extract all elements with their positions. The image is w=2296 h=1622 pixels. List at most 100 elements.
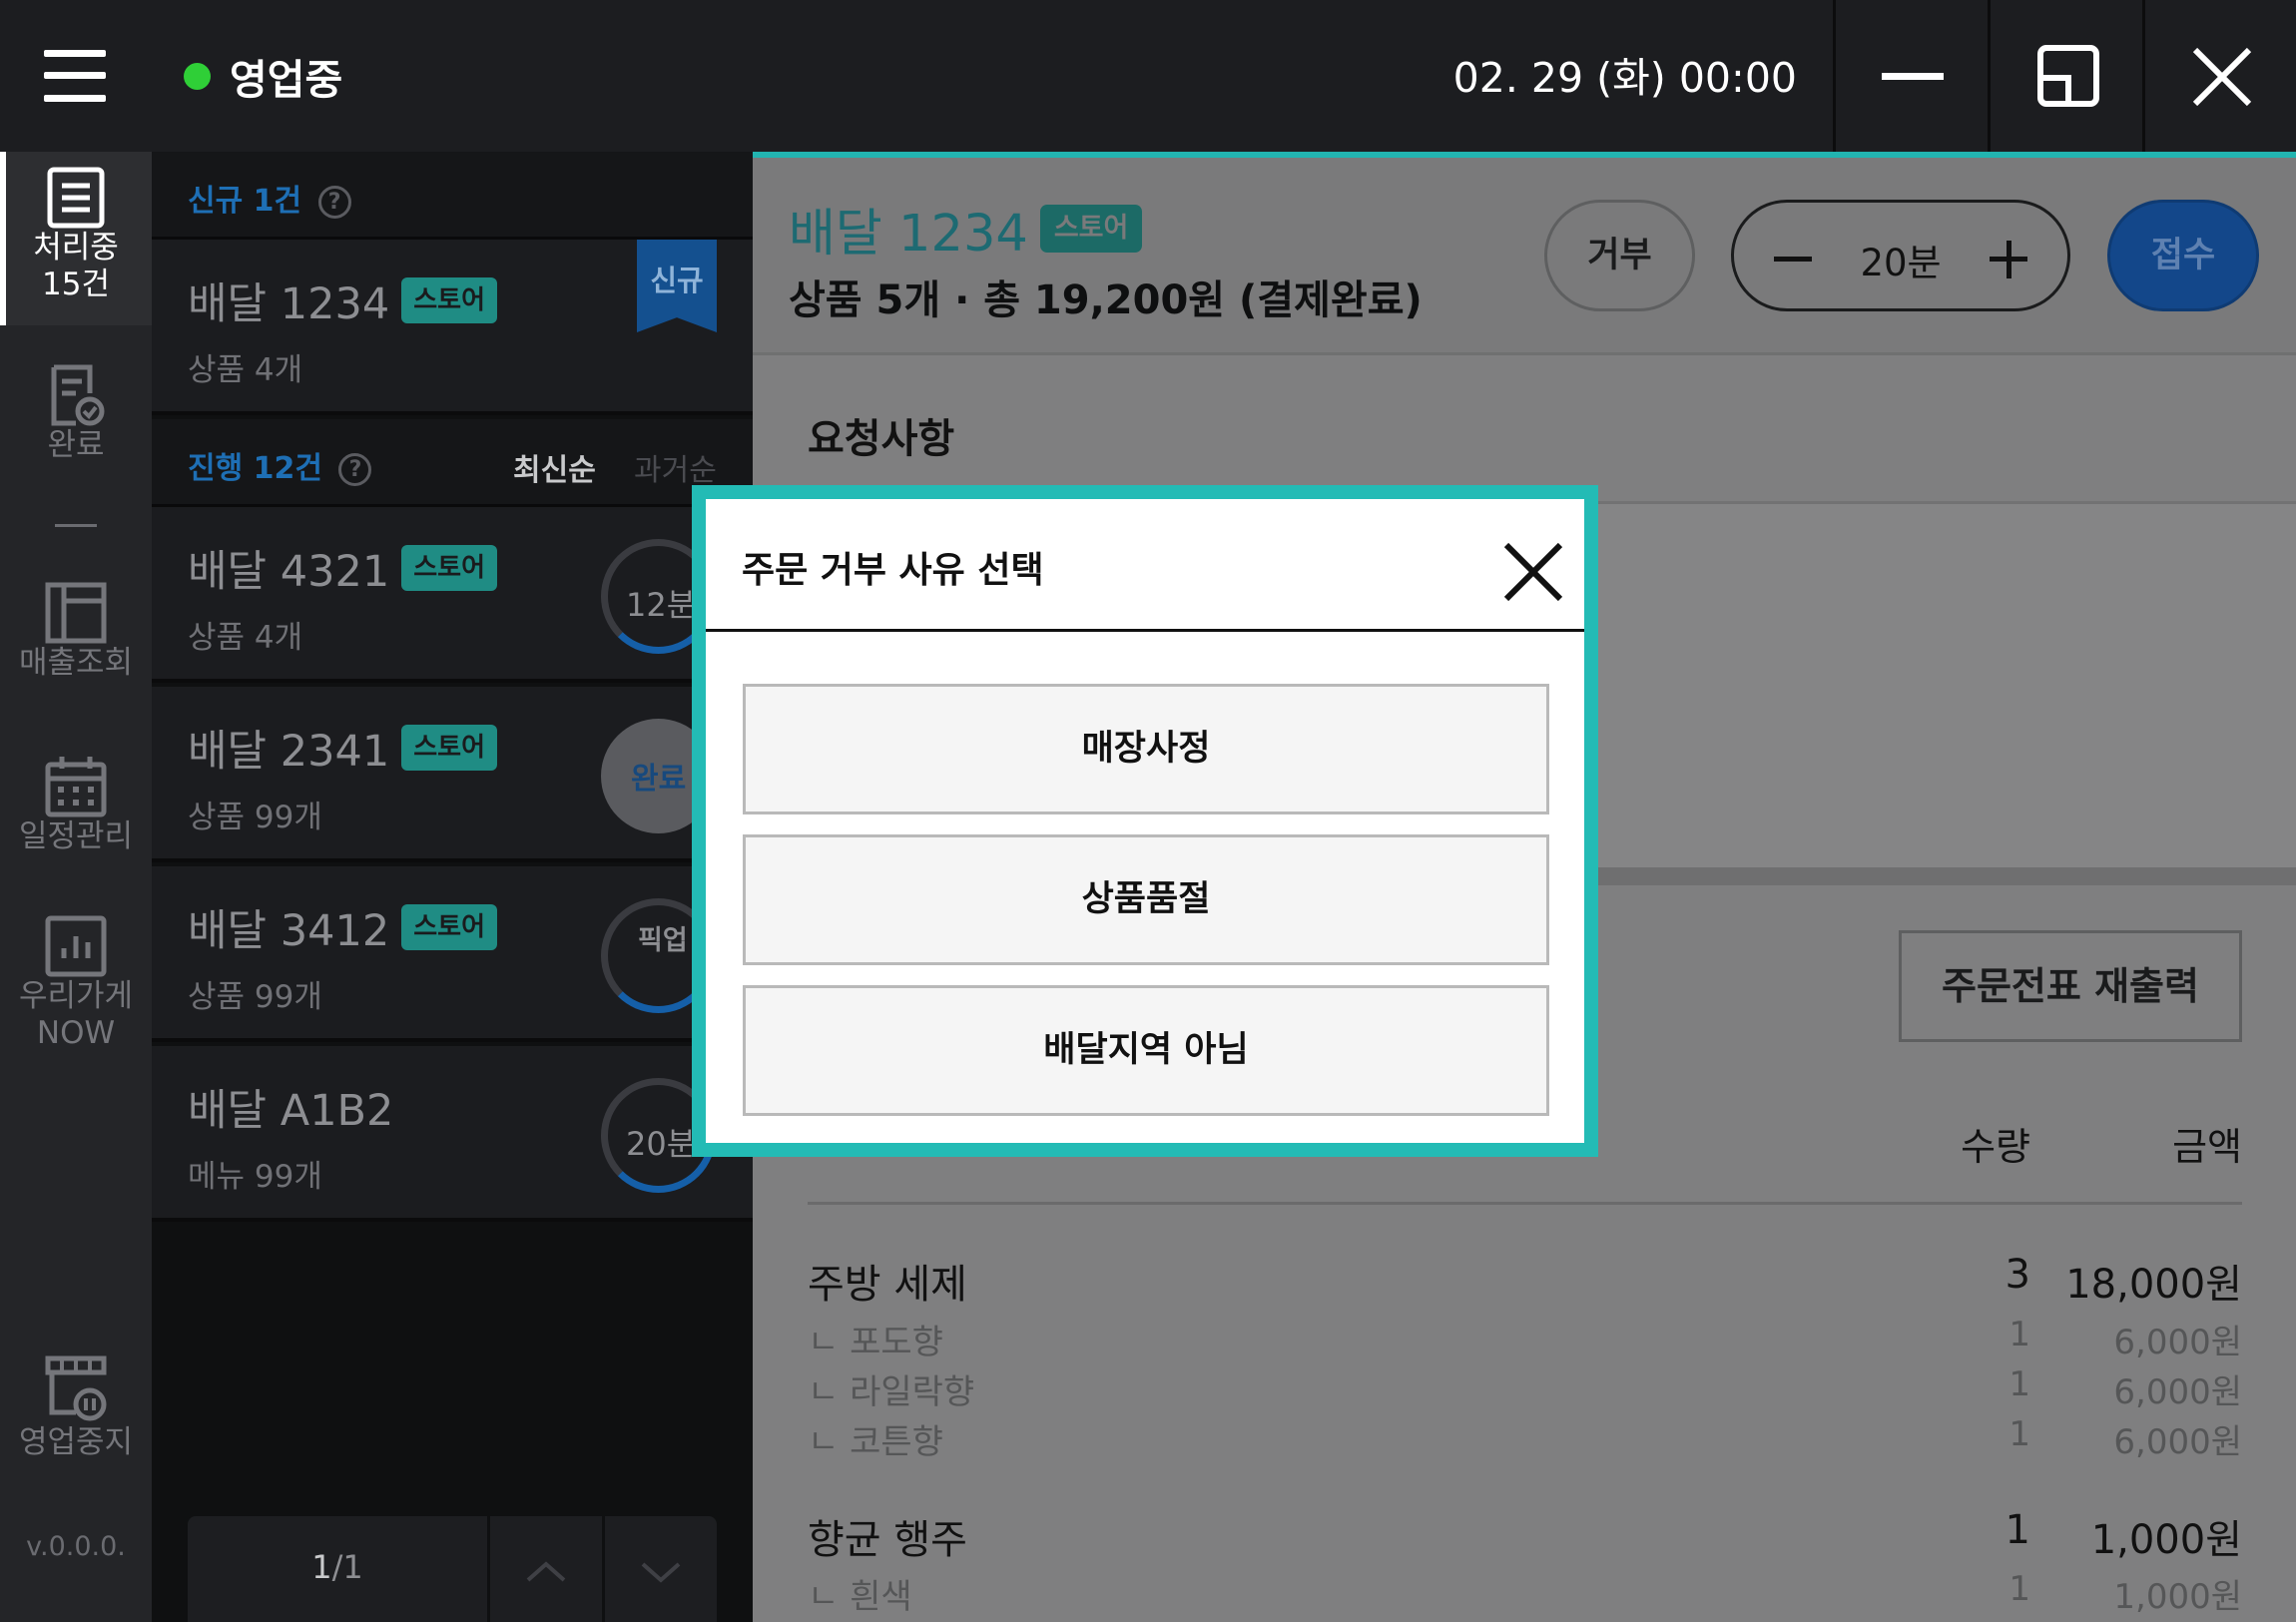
sidebar-item-label-2: NOW xyxy=(36,1015,116,1051)
restore-button[interactable] xyxy=(1988,0,2142,152)
sidebar-item-label: 영업중지 xyxy=(18,1424,134,1460)
order-title: 배달 A1B2 xyxy=(188,1086,394,1136)
sidebar-item-label: 처리중 xyxy=(33,230,119,266)
item-amount: 18,000원 xyxy=(2065,1262,2242,1308)
order-title: 배달 1234 xyxy=(188,279,390,329)
new-ribbon: 신규 xyxy=(637,240,717,332)
page-current: 1 xyxy=(311,1548,332,1586)
divider xyxy=(808,1202,2242,1205)
order-title: 배달 3412 xyxy=(188,906,390,956)
sort-oldest-button[interactable]: 과거순 xyxy=(634,445,717,489)
option-qty: 1 xyxy=(2009,1364,2030,1404)
option-amount: 6,000원 xyxy=(2113,1422,2242,1462)
sidebar-item-label: 일정관리 xyxy=(18,818,134,854)
pager-divider xyxy=(602,1516,605,1622)
reason-store-circumstance-button[interactable]: 매장사정 xyxy=(743,684,1549,814)
sort-newest-button[interactable]: 최신순 xyxy=(513,445,596,489)
order-card[interactable]: 배달 A1B2 메뉴 99개 20분 xyxy=(152,1046,753,1222)
close-icon xyxy=(2192,47,2252,107)
calendar-icon xyxy=(45,757,107,817)
item-name: 향균 행주 xyxy=(808,1517,967,1563)
column-qty: 수량 xyxy=(1961,1125,2030,1169)
option-amount: 1,000원 xyxy=(2113,1577,2242,1617)
restore-icon xyxy=(2037,45,2099,107)
cook-time-stepper: 20분 xyxy=(1731,200,2070,311)
order-list-panel: 신규 1건 ? 배달 1234 스토어 상품 4개 신규 진행 12건 ? 최신… xyxy=(152,152,753,1622)
chevron-down-icon[interactable] xyxy=(629,1552,693,1588)
sidebar-item-label: 매출조회 xyxy=(18,645,134,681)
top-bar: 영업중 02. 29 (화) 00:00 xyxy=(0,0,2296,152)
divider xyxy=(706,629,1584,632)
store-badge: 스토어 xyxy=(401,725,497,771)
option-name: ㄴ 코튼향 xyxy=(808,1422,943,1462)
sidebar-divider xyxy=(55,524,97,527)
in-progress-title: 진행 12건 xyxy=(188,451,322,486)
option-name: ㄴ 포도향 xyxy=(808,1323,943,1362)
order-status-label: 픽업 대기 xyxy=(638,925,747,956)
sidebar-item-processing[interactable]: 처리중 15건 xyxy=(0,152,152,325)
sidebar-item-schedule[interactable]: 일정관리 xyxy=(0,755,152,855)
order-item-count: 상품 4개 xyxy=(188,352,303,388)
sidebar-item-completed[interactable]: 완료 xyxy=(0,363,152,464)
store-badge: 스토어 xyxy=(401,904,497,950)
ledger-icon xyxy=(45,582,107,644)
order-card-new[interactable]: 배달 1234 스토어 상품 4개 신규 xyxy=(152,240,753,415)
option-name: ㄴ 흰색 xyxy=(808,1577,912,1617)
store-badge: 스토어 xyxy=(401,545,497,591)
chevron-up-icon[interactable] xyxy=(514,1552,578,1588)
close-icon[interactable] xyxy=(1500,539,1566,605)
help-icon[interactable]: ? xyxy=(338,453,372,486)
reject-button[interactable]: 거부 xyxy=(1544,200,1695,311)
pager-divider xyxy=(487,1516,490,1622)
minimize-button[interactable] xyxy=(1833,0,1988,152)
order-item-count: 상품 4개 xyxy=(188,620,303,656)
sidebar: 처리중 15건 완료 매출조회 일정관리 우리가게 NOW 영업중지 v.0.0… xyxy=(0,152,152,1622)
order-title: 배달 2341 xyxy=(188,727,390,777)
option-qty: 1 xyxy=(2009,1569,2030,1609)
app-version: v.0.0.0. xyxy=(26,1531,126,1562)
item-amount: 1,000원 xyxy=(2090,1517,2242,1563)
business-status: 영업중 xyxy=(184,46,342,106)
pagination: 1/1 xyxy=(188,1516,717,1622)
order-title: 배달 4321 xyxy=(188,547,390,597)
sidebar-item-count: 15건 xyxy=(42,267,110,302)
sidebar-item-sales[interactable]: 매출조회 xyxy=(0,581,152,682)
column-amount: 금액 xyxy=(2172,1125,2242,1169)
reason-sold-out-button[interactable]: 상품품절 xyxy=(743,834,1549,965)
order-detail-header: 배달 1234 스토어 상품 5개 · 총 19,200원 (결제완료) 거부 … xyxy=(753,158,2296,355)
store-badge: 스토어 xyxy=(401,277,497,323)
help-icon[interactable]: ? xyxy=(317,186,351,219)
close-button[interactable] xyxy=(2142,0,2296,152)
bar-chart-icon xyxy=(45,915,107,977)
order-timer-label: 12분 xyxy=(626,586,697,624)
option-qty: 1 xyxy=(2009,1315,2030,1354)
order-card[interactable]: 배달 4321 스토어 상품 4개 12분 xyxy=(152,507,753,683)
new-orders-header: 신규 1건 ? xyxy=(152,152,753,240)
option-amount: 6,000원 xyxy=(2113,1372,2242,1412)
reprint-receipt-button[interactable]: 주문전표 재출력 xyxy=(1899,930,2242,1042)
sidebar-item-label: 우리가게 xyxy=(18,978,134,1014)
sidebar-item-store-now[interactable]: 우리가게 NOW xyxy=(0,914,152,1052)
menu-icon[interactable] xyxy=(44,50,106,102)
order-status-label: 완료 xyxy=(631,762,687,797)
item-qty: 1 xyxy=(2005,1507,2030,1553)
new-orders-title: 신규 1건 xyxy=(188,184,302,219)
status-dot-icon xyxy=(184,62,211,90)
item-name: 주방 세제 xyxy=(808,1262,967,1308)
order-detail-title: 배달 1234 xyxy=(789,205,1028,264)
order-item-count: 상품 99개 xyxy=(188,979,322,1015)
plus-icon-vertical[interactable] xyxy=(2007,241,2011,278)
sidebar-item-pause-business[interactable]: 영업중지 xyxy=(0,1354,152,1461)
order-card[interactable]: 배달 3412 스토어 상품 99개 픽업 대기 xyxy=(152,866,753,1042)
order-item-count: 메뉴 99개 xyxy=(188,1159,322,1195)
reason-out-of-area-button[interactable]: 배달지역 아님 xyxy=(743,985,1549,1116)
order-card[interactable]: 배달 2341 스토어 상품 99개 완료 xyxy=(152,687,753,862)
minimize-icon xyxy=(1882,73,1944,80)
active-indicator xyxy=(0,152,6,325)
option-name: ㄴ 라일락향 xyxy=(808,1372,975,1412)
status-label: 영업중 xyxy=(230,56,343,104)
item-qty: 3 xyxy=(2005,1252,2030,1298)
accept-button[interactable]: 접수 xyxy=(2107,200,2259,311)
order-summary: 상품 5개 · 총 19,200원 (결제완료) xyxy=(789,277,1423,323)
option-amount: 6,000원 xyxy=(2113,1323,2242,1362)
